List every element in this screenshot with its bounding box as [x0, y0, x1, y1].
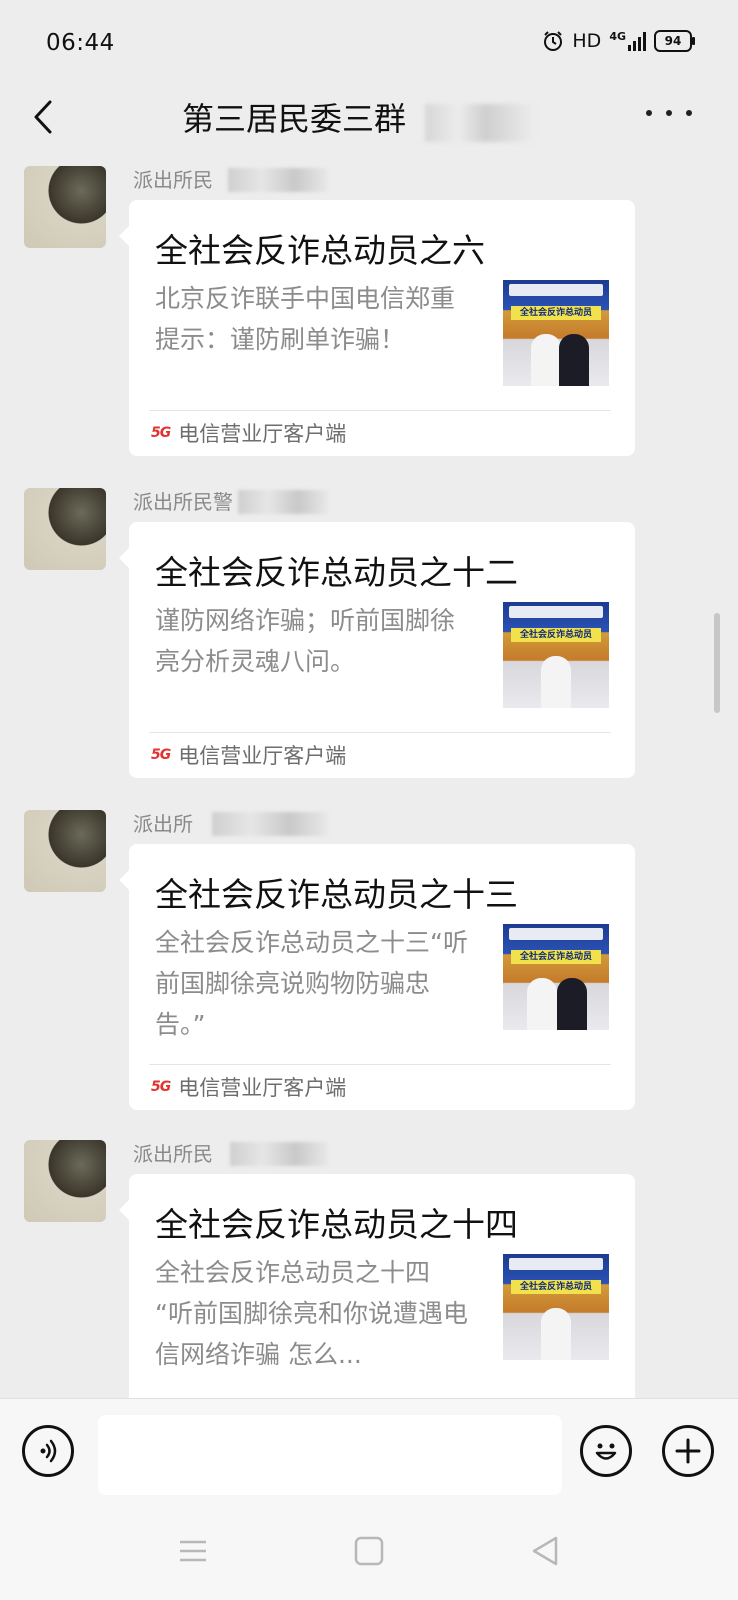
thumbnail-person [557, 978, 587, 1030]
avatar[interactable] [24, 166, 106, 248]
plus-icon [675, 1438, 701, 1464]
input-bar [0, 1398, 738, 1503]
more-options-button[interactable] [646, 98, 692, 128]
system-nav-bar [0, 1502, 738, 1600]
menu-icon [180, 1540, 206, 1562]
home-square-icon [354, 1536, 384, 1566]
card-thumbnail: 全社会反诈总动员 [503, 924, 609, 1030]
card-thumbnail: 全社会反诈总动员 [503, 1254, 609, 1360]
voice-icon [40, 1439, 57, 1463]
network-type: 4G [609, 29, 626, 43]
link-card[interactable]: 全社会反诈总动员之十四 全社会反诈总动员之十四 “听前国脚徐亮和你说遭遇电信网络… [119, 1174, 635, 1398]
thumbnail-banner: 全社会反诈总动员 [511, 306, 601, 320]
back-triangle-icon [532, 1536, 558, 1566]
add-button[interactable] [662, 1425, 714, 1477]
chat-message: 派出所 全社会反诈总动员之十三 全社会反诈总动员之十三“听前国脚徐亮说购物防骗忠… [0, 802, 738, 1122]
redacted-title-blur [425, 104, 535, 142]
5g-icon: 5G [151, 1079, 171, 1095]
chat-message: 派出所民 全社会反诈总动员之六 北京反诈联手中国电信郑重提示：谨防刷单诈骗！ 全… [0, 158, 738, 458]
5g-icon: 5G [151, 747, 171, 763]
card-divider [149, 410, 611, 411]
avatar[interactable] [24, 810, 106, 892]
chevron-left-icon [34, 100, 52, 134]
chat-message: 派出所民 全社会反诈总动员之十四 全社会反诈总动员之十四 “听前国脚徐亮和你说遭… [0, 1132, 738, 1398]
source-label: 电信营业厅客户端 [178, 1076, 347, 1100]
nav-menu-button[interactable] [176, 1534, 210, 1568]
nav-home-button[interactable] [352, 1534, 386, 1568]
thumbnail-logo-bar [509, 1258, 603, 1270]
thumbnail-person [541, 656, 571, 708]
card-title: 全社会反诈总动员之十四 [155, 1205, 518, 1244]
battery-icon: 94 [654, 30, 695, 52]
sender-name: 派出所民警 [133, 490, 233, 514]
card-source: 5G 电信营业厅客户端 [151, 740, 346, 770]
thumbnail-banner: 全社会反诈总动员 [511, 628, 601, 642]
thumbnail-person [559, 334, 589, 386]
sender-name: 派出所民 [133, 168, 213, 192]
chat-message: 派出所民警 全社会反诈总动员之十二 谨防网络诈骗；听前国脚徐亮分析灵魂八问。 全… [0, 480, 738, 780]
more-dot-icon [646, 110, 652, 116]
scrollbar[interactable] [714, 613, 720, 713]
card-source: 5G 电信营业厅客户端 [151, 418, 346, 448]
chat-messages[interactable]: 派出所民 全社会反诈总动员之六 北京反诈联手中国电信郑重提示：谨防刷单诈骗！ 全… [0, 158, 738, 1398]
back-button[interactable] [24, 94, 64, 140]
signal-icon [628, 31, 646, 51]
avatar[interactable] [24, 1140, 106, 1222]
card-description: 谨防网络诈骗；听前国脚徐亮分析灵魂八问。 [155, 606, 456, 676]
hd-indicator: HD [572, 30, 602, 52]
card-divider [149, 732, 611, 733]
battery-level: 94 [664, 34, 682, 48]
message-input[interactable] [98, 1415, 562, 1495]
thumbnail-logo-bar [509, 284, 603, 296]
thumbnail-banner: 全社会反诈总动员 [511, 950, 601, 964]
alarm-icon [544, 31, 563, 51]
nav-back-button[interactable] [528, 1534, 562, 1568]
emoji-button[interactable] [580, 1425, 632, 1477]
avatar[interactable] [24, 488, 106, 570]
thumbnail-banner: 全社会反诈总动员 [511, 1280, 601, 1294]
link-card[interactable]: 全社会反诈总动员之六 北京反诈联手中国电信郑重提示：谨防刷单诈骗！ 全社会反诈总… [119, 200, 635, 456]
link-card[interactable]: 全社会反诈总动员之十二 谨防网络诈骗；听前国脚徐亮分析灵魂八问。 全社会反诈总动… [119, 522, 635, 778]
card-divider [149, 1064, 611, 1065]
chat-header: 第三居民委三群 [0, 88, 738, 158]
more-dot-icon [686, 110, 692, 116]
status-bar: 06:44 HD 4G 94 [0, 0, 738, 88]
more-dot-icon [666, 110, 672, 116]
chat-title: 第三居民委三群 [182, 100, 407, 138]
redacted-name-blur [228, 168, 328, 192]
redacted-name-blur [212, 812, 328, 836]
redacted-name-blur [230, 1142, 328, 1166]
thumbnail-logo-bar [509, 928, 603, 940]
card-description: 北京反诈联手中国电信郑重提示：谨防刷单诈骗！ [155, 284, 456, 354]
thumbnail-person [531, 334, 561, 386]
source-label: 电信营业厅客户端 [178, 422, 347, 446]
5g-icon: 5G [151, 425, 171, 441]
emoji-icon [595, 1443, 617, 1460]
status-icons: HD 4G 94 [542, 29, 695, 52]
card-thumbnail: 全社会反诈总动员 [503, 280, 609, 386]
status-time: 06:44 [46, 30, 115, 56]
thumbnail-person [527, 978, 557, 1030]
card-thumbnail: 全社会反诈总动员 [503, 602, 609, 708]
card-description: 全社会反诈总动员之十四 “听前国脚徐亮和你说遭遇电信网络诈骗 怎么... [155, 1258, 468, 1369]
link-card[interactable]: 全社会反诈总动员之十三 全社会反诈总动员之十三“听前国脚徐亮说购物防骗忠告。” … [119, 844, 635, 1110]
source-label: 电信营业厅客户端 [178, 744, 347, 768]
card-description: 全社会反诈总动员之十三“听前国脚徐亮说购物防骗忠告。” [155, 928, 468, 1039]
card-title: 全社会反诈总动员之六 [155, 231, 485, 270]
card-title: 全社会反诈总动员之十三 [155, 875, 518, 914]
card-title: 全社会反诈总动员之十二 [155, 553, 518, 592]
sender-name: 派出所 [133, 812, 193, 836]
voice-button[interactable] [22, 1425, 74, 1477]
thumbnail-person [541, 1308, 571, 1360]
sender-name: 派出所民 [133, 1142, 213, 1166]
thumbnail-logo-bar [509, 606, 603, 618]
redacted-name-blur [238, 490, 328, 514]
card-source: 5G 电信营业厅客户端 [151, 1072, 346, 1102]
